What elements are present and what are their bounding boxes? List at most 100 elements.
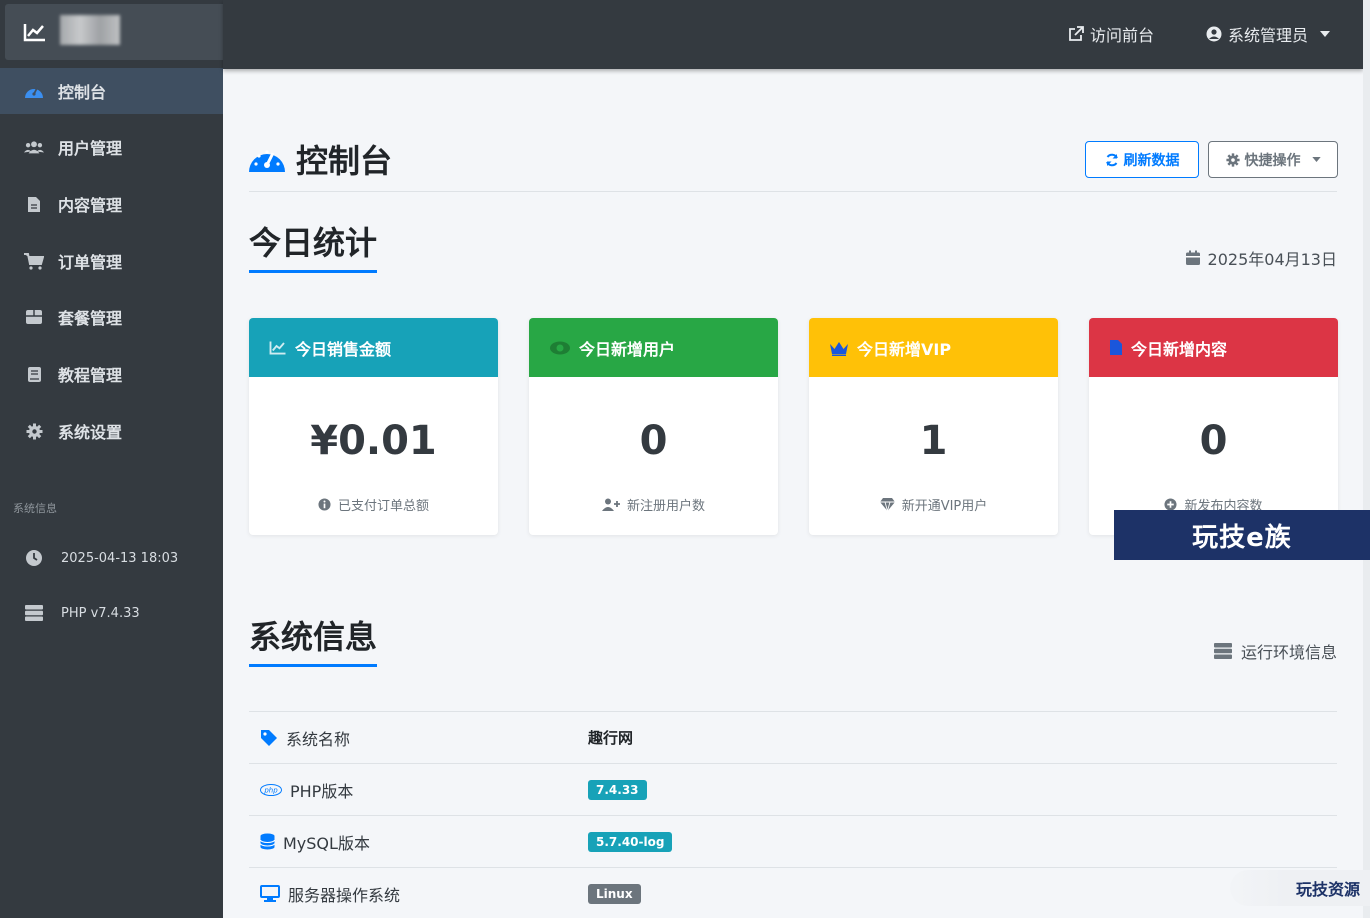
stat-card-subtitle-text: 已支付订单总额 xyxy=(337,499,429,514)
stat-card-subtitle: 新注册用户数 xyxy=(529,495,778,514)
sidebar-item-dashboard[interactable]: 控制台 xyxy=(0,68,223,114)
server-os-value: Linux xyxy=(588,883,641,904)
dashboard-icon xyxy=(24,83,44,99)
row-label: 系统名称 xyxy=(260,726,350,750)
visit-frontend-label: 访问前台 xyxy=(1090,26,1155,45)
stat-card-header: 今日新增VIP xyxy=(809,318,1058,377)
sidebar-item-orders[interactable]: 订单管理 xyxy=(0,238,223,284)
sidebar-item-label: 教程管理 xyxy=(58,366,123,385)
gem-icon xyxy=(879,498,895,511)
table-row: 系统名称 趣行网 xyxy=(249,711,1337,763)
row-label-text: PHP版本 xyxy=(290,781,354,801)
datetime-text: 2025-04-13 18:03 xyxy=(61,550,179,566)
quick-actions-label: 快捷操作 xyxy=(1244,152,1301,169)
brand[interactable] xyxy=(5,4,232,60)
sidebar-item-label: 用户管理 xyxy=(58,139,123,158)
server-icon xyxy=(24,605,44,621)
row-label-text: 服务器操作系统 xyxy=(288,885,401,905)
stat-card-value: 0 xyxy=(639,418,668,464)
visit-frontend-link[interactable]: 访问前台 xyxy=(1068,22,1154,46)
crown-icon xyxy=(830,341,848,356)
database-icon xyxy=(260,833,275,850)
row-label: MySQL版本 xyxy=(260,830,370,854)
sidebar-item-settings[interactable]: 系统设置 xyxy=(0,408,223,454)
table-row: 服务器操作系统 Linux xyxy=(249,867,1337,918)
book-icon xyxy=(24,366,44,383)
stat-card-new-users: 今日新增用户 0 新注册用户数 xyxy=(529,318,778,535)
sidebar: 控制台 用户管理 内容管理 订单管理 套餐管理 教程管理 系统设置 系统信息 2… xyxy=(0,0,232,918)
page-header: 控制台 xyxy=(248,136,392,182)
stat-card-value: ¥0.01 xyxy=(310,418,437,464)
users-icon xyxy=(24,139,44,155)
box-icon xyxy=(24,309,44,325)
stat-card-title: 今日销售金额 xyxy=(295,339,392,359)
sidebar-php-version: PHP v7.4.33 xyxy=(0,605,140,621)
refresh-data-button[interactable]: 刷新数据 xyxy=(1085,141,1199,178)
quick-actions-dropdown[interactable]: 快捷操作 xyxy=(1208,141,1338,178)
system-name-value: 趣行网 xyxy=(588,729,634,747)
chart-line-icon xyxy=(269,341,286,355)
file-icon xyxy=(1110,340,1122,355)
row-label: 服务器操作系统 xyxy=(260,882,400,906)
admin-user-menu[interactable]: 系统管理员 xyxy=(1206,22,1331,46)
php-version-badge: 7.4.33 xyxy=(588,779,647,800)
stat-card-title: 今日新增内容 xyxy=(1131,339,1228,359)
sidebar-item-users[interactable]: 用户管理 xyxy=(0,124,223,170)
stat-card-subtitle-text: 新开通VIP用户 xyxy=(901,499,988,514)
user-circle-icon xyxy=(1206,26,1222,42)
dashboard-icon xyxy=(249,150,285,172)
scrollbar-track[interactable] xyxy=(1363,0,1370,918)
server-icon xyxy=(1213,643,1232,659)
sync-icon xyxy=(1105,153,1118,166)
stat-card-title: 今日新增VIP xyxy=(857,339,952,359)
sidebar-item-content[interactable]: 内容管理 xyxy=(0,181,223,227)
gear-icon xyxy=(1225,152,1240,167)
stat-card-subtitle: 新开通VIP用户 xyxy=(809,495,1058,514)
stat-card-header: 今日销售金额 xyxy=(249,318,498,377)
sidebar-info-header: 系统信息 xyxy=(13,502,57,515)
users-icon xyxy=(550,341,570,354)
today-date: 2025年04月13日 xyxy=(1185,246,1337,270)
row-label: php PHP版本 xyxy=(260,778,353,802)
php-version-value: 7.4.33 xyxy=(588,779,647,800)
sidebar-item-label: 套餐管理 xyxy=(58,309,123,328)
caret-down-icon xyxy=(1311,157,1321,162)
external-link-icon xyxy=(1069,26,1084,41)
tag-icon xyxy=(261,729,277,746)
gear-icon xyxy=(24,423,44,440)
file-icon xyxy=(24,196,44,213)
watermark-corner: 玩技资源 xyxy=(1230,870,1370,906)
php-icon: php xyxy=(260,783,282,796)
table-row: MySQL版本 5.7.40-log xyxy=(249,815,1337,867)
sidebar-datetime: 2025-04-13 18:03 xyxy=(0,549,178,567)
mysql-version-badge: 5.7.40-log xyxy=(588,831,673,852)
header-divider xyxy=(249,191,1337,192)
today-stats-title: 今日统计 xyxy=(249,218,378,273)
watermark-banner: 玩技e族 xyxy=(1114,510,1370,560)
stat-card-new-vip: 今日新增VIP 1 新开通VIP用户 xyxy=(809,318,1058,535)
admin-user-label: 系统管理员 xyxy=(1228,26,1309,45)
row-label-text: MySQL版本 xyxy=(283,833,370,853)
sidebar-item-label: 系统设置 xyxy=(58,423,123,442)
sidebar-item-label: 订单管理 xyxy=(58,253,123,272)
stat-card-subtitle-text: 新注册用户数 xyxy=(626,499,705,514)
svg-text:php: php xyxy=(263,786,278,794)
user-plus-icon xyxy=(601,498,620,511)
cart-icon xyxy=(24,252,44,270)
sidebar-item-packages[interactable]: 套餐管理 xyxy=(0,294,223,340)
calendar-icon xyxy=(1185,250,1200,265)
runtime-info-text: 运行环境信息 xyxy=(1240,643,1337,662)
mysql-version-value: 5.7.40-log xyxy=(588,831,673,852)
stat-card-sales: 今日销售金额 ¥0.01 已支付订单总额 xyxy=(249,318,498,535)
brand-logo-blurred xyxy=(60,15,120,45)
runtime-info-label: 运行环境信息 xyxy=(1213,639,1337,663)
sidebar-item-label: 控制台 xyxy=(58,83,107,102)
page-title: 控制台 xyxy=(296,142,393,180)
top-navbar: 访问前台 系统管理员 xyxy=(223,0,1363,69)
table-row: php PHP版本 7.4.33 xyxy=(249,763,1337,815)
today-date-text: 2025年04月13日 xyxy=(1207,250,1337,269)
chart-line-icon xyxy=(23,24,45,42)
sidebar-item-tutorials[interactable]: 教程管理 xyxy=(0,351,223,397)
stat-card-title: 今日新增用户 xyxy=(579,339,676,359)
php-version-text: PHP v7.4.33 xyxy=(61,605,140,621)
